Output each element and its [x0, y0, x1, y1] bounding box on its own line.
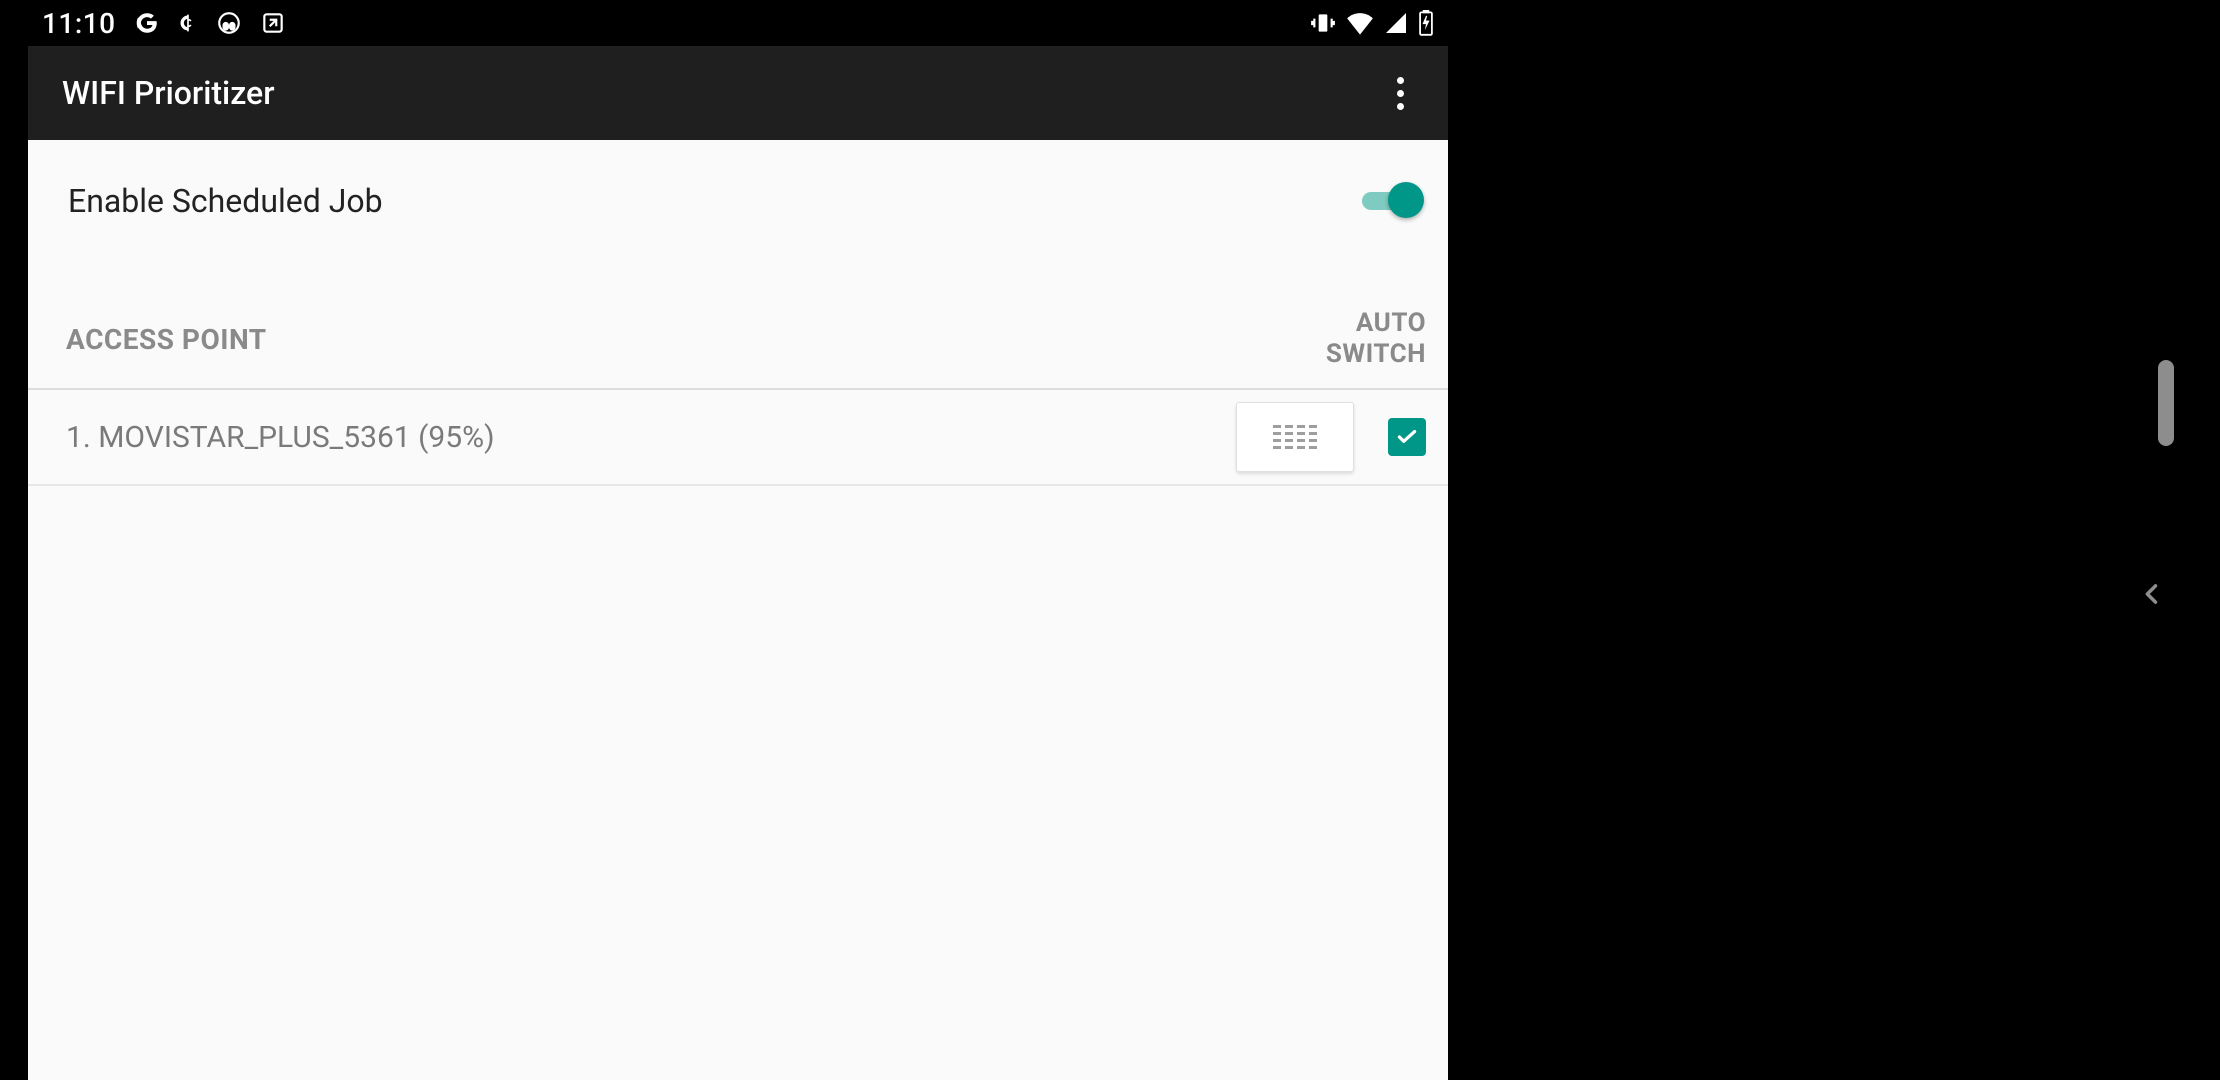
battery-charging-icon [1418, 10, 1434, 36]
list-header: ACCESS POINT AUTO SWITCH [28, 262, 1448, 390]
status-time: 11:10 [42, 7, 116, 40]
auto-switch-checkbox[interactable] [1388, 418, 1426, 456]
enable-scheduled-job-toggle[interactable] [1362, 182, 1420, 220]
app-viewport: WIFI Prioritizer Enable Scheduled Job AC… [28, 46, 1448, 1080]
overflow-menu-button[interactable] [1372, 65, 1428, 121]
content-area: Enable Scheduled Job ACCESS POINT AUTO S… [28, 140, 1448, 486]
status-bar-left: 11:10 [42, 7, 286, 40]
app-title: WIFI Prioritizer [62, 74, 275, 112]
more-vert-icon [1397, 77, 1404, 110]
header-auto-switch-line2: SWITCH [1326, 339, 1426, 369]
header-access-point: ACCESS POINT [66, 323, 267, 356]
access-point-row[interactable]: 1. MOVISTAR_PLUS_5361 (95%) [28, 390, 1448, 486]
back-button[interactable] [2138, 580, 2166, 608]
headphones-icon [216, 10, 242, 36]
header-auto-switch: AUTO SWITCH [1296, 308, 1426, 370]
switch-thumb [1388, 182, 1424, 218]
nav-handle[interactable] [2158, 360, 2174, 446]
cell-signal-icon [1384, 11, 1408, 35]
enable-scheduled-job-label: Enable Scheduled Job [68, 182, 383, 220]
system-nav-rail [2120, 0, 2220, 1080]
access-point-name: 1. MOVISTAR_PLUS_5361 (95%) [66, 420, 1236, 455]
status-bar-right [1310, 10, 1434, 36]
status-bar: 11:10 [28, 0, 1448, 46]
chevron-left-icon [2138, 580, 2166, 608]
vibrate-icon [1310, 10, 1336, 36]
drag-handle[interactable] [1236, 402, 1354, 472]
square-arrow-icon [260, 10, 286, 36]
check-icon [1394, 424, 1420, 450]
device-frame: 11:10 [0, 0, 2220, 1080]
cents-icon [178, 13, 198, 33]
enable-scheduled-job-row[interactable]: Enable Scheduled Job [28, 140, 1448, 262]
drag-handle-icon [1273, 425, 1317, 449]
google-icon [134, 10, 160, 36]
header-auto-switch-line1: AUTO [1356, 308, 1426, 338]
wifi-icon [1346, 11, 1374, 35]
app-bar: WIFI Prioritizer [28, 46, 1448, 140]
